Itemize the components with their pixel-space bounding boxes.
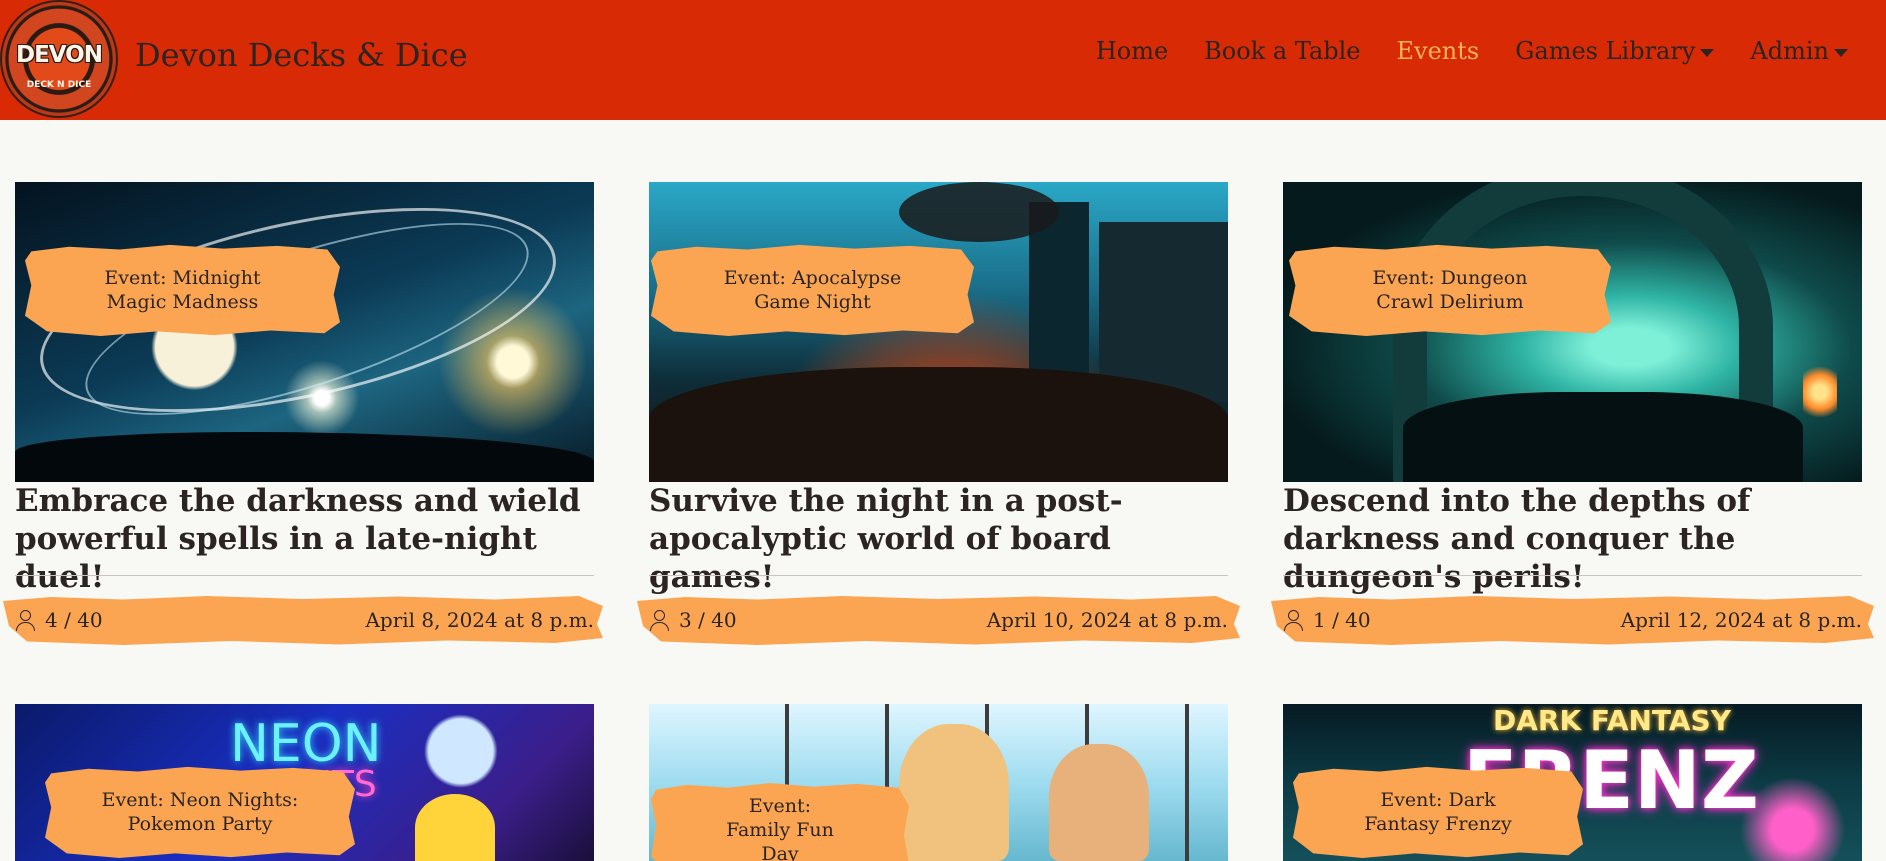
nav-games-library-label: Games Library [1515, 37, 1696, 65]
event-tag-line: Day [761, 843, 799, 861]
logo[interactable]: DEVON DECK N DICE [0, 0, 118, 118]
event-tag-line: Game Night [754, 291, 871, 313]
event-tag: Event: Dungeon Crawl Delirium [1289, 244, 1611, 336]
event-tag: Event: Family Fun Day [651, 782, 909, 861]
nav-book-table[interactable]: Book a Table [1186, 37, 1378, 65]
event-tag-text: Event: Midnight Magic Madness [104, 266, 260, 314]
ruined-building [1099, 222, 1228, 402]
event-tag-line: Pokemon Party [127, 813, 273, 835]
event-tag: Event: Apocalypse Game Night [651, 244, 974, 336]
survivor-group [649, 367, 1228, 482]
nav-games-library-dropdown[interactable]: Games Library [1497, 37, 1732, 65]
navbar: DEVON DECK N DICE Devon Decks & Dice Hom… [0, 0, 1886, 120]
parent-figure [899, 724, 1009, 861]
event-tag-line: Family Fun [726, 819, 834, 841]
divider [649, 575, 1228, 576]
attendance-count: 1 / 40 [1313, 608, 1371, 632]
event-image[interactable]: Event: Midnight Magic Madness [15, 182, 594, 482]
logo-text: DEVON [15, 42, 103, 68]
event-tag-line: Fantasy Frenzy [1364, 813, 1512, 835]
event-image[interactable]: NEON NTS Event: Neon Nights:Pokemon Part… [15, 704, 594, 861]
event-footer: 1 / 40 April 12, 2024 at 8 p.m. [1283, 595, 1862, 645]
person-icon-head [1288, 610, 1299, 621]
nav-events[interactable]: Events [1379, 37, 1498, 65]
person-icon [1283, 609, 1303, 631]
event-tag-line: Event: Dungeon [1372, 267, 1528, 289]
event-tag-text: Event: Dark Fantasy Frenzy [1364, 788, 1511, 836]
nav-admin-label: Admin [1750, 37, 1829, 65]
neon-sign: DARK FANTASY [1493, 704, 1731, 737]
event-tag-text: Event: Dungeon Crawl Delirium [1373, 266, 1528, 314]
event-date: April 10, 2024 at 8 p.m. [986, 608, 1228, 632]
event-tag-line: Event: [748, 795, 812, 817]
event-date: April 8, 2024 at 8 p.m. [365, 608, 594, 632]
event-card[interactable]: Event: Family Fun Day [649, 704, 1228, 861]
attendance: 1 / 40 [1283, 608, 1371, 632]
event-tag-line: Event: Apocalypse [723, 267, 902, 289]
event-tag: Event: Neon Nights: Pokemon Party [45, 766, 355, 858]
person-icon [649, 609, 669, 631]
chevron-down-icon [1700, 48, 1715, 57]
event-image[interactable]: Event: Apocalypse Game Night [649, 182, 1228, 482]
character-figure [415, 794, 495, 861]
attendance-count: 4 / 40 [45, 608, 103, 632]
event-tag: Event: Dark Fantasy Frenzy [1293, 766, 1583, 858]
person-icon-body [1284, 622, 1303, 631]
person-icon [15, 609, 35, 631]
logo-subtext: DECK N DICE [26, 80, 92, 90]
event-tag-text: Event: Apocalypse Game Night [724, 266, 901, 314]
event-image[interactable]: Event: Dungeon Crawl Delirium [1283, 182, 1862, 482]
event-card[interactable]: NEON NTS Event: Neon Nights:Pokemon Part… [15, 704, 594, 861]
event-tag-line: Event: Midnight [104, 267, 261, 289]
treeline [15, 432, 594, 482]
event-card[interactable]: DARK FANTASY FRENZ Event: Dark Fantasy Fr… [1283, 704, 1862, 861]
event-description: Embrace the darkness and wield powerful … [15, 483, 581, 595]
event-tag: Event: Midnight Magic Madness [25, 244, 340, 336]
event-description: Descend into the depths of darkness and … [1283, 483, 1751, 595]
person-icon-body [650, 622, 669, 631]
divider [1283, 575, 1862, 576]
event-card[interactable]: Event: Midnight Magic Madness Embrace the… [15, 182, 594, 652]
event-tag-text: Event: Family Fun Day [726, 794, 834, 861]
nav-admin-dropdown[interactable]: Admin [1732, 37, 1866, 65]
event-image[interactable]: DARK FANTASY FRENZ Event: Dark Fantasy Fr… [1283, 704, 1862, 861]
event-card[interactable]: Event: Apocalypse Game Night Survive the … [649, 182, 1228, 652]
attendance: 3 / 40 [649, 608, 737, 632]
parent-figure [1049, 744, 1149, 861]
event-tag-line: Event: Neon Nights: [101, 789, 299, 811]
attendance: 4 / 40 [15, 608, 103, 632]
event-tag-line: Crawl Delirium [1376, 291, 1524, 313]
event-card[interactable]: Event: Dungeon Crawl Delirium Descend int… [1283, 182, 1862, 652]
event-footer: 3 / 40 April 10, 2024 at 8 p.m. [649, 595, 1228, 645]
person-icon-head [654, 610, 665, 621]
main-nav: Home Book a Table Events Games Library A… [1078, 37, 1866, 65]
divider [15, 575, 594, 576]
person-icon-body [16, 622, 35, 631]
torch-flame [1803, 362, 1837, 422]
event-image[interactable]: Event: Family Fun Day [649, 704, 1228, 861]
event-footer: 4 / 40 April 8, 2024 at 8 p.m. [15, 595, 594, 645]
event-date: April 12, 2024 at 8 p.m. [1620, 608, 1862, 632]
person-icon-head [20, 610, 31, 621]
event-tag-text: Event: Neon Nights: Pokemon Party [102, 788, 299, 836]
brand-name[interactable]: Devon Decks & Dice [135, 36, 468, 74]
smoke-cloud [899, 182, 1059, 242]
event-tag-line: Event: Dark [1380, 789, 1496, 811]
adventurer-silhouettes [1403, 392, 1803, 482]
chevron-down-icon [1834, 48, 1848, 57]
attendance-count: 3 / 40 [679, 608, 737, 632]
event-description: Survive the night in a post-apocalyptic … [649, 483, 1123, 595]
nav-home[interactable]: Home [1078, 37, 1186, 65]
event-tag-line: Magic Madness [106, 291, 259, 313]
